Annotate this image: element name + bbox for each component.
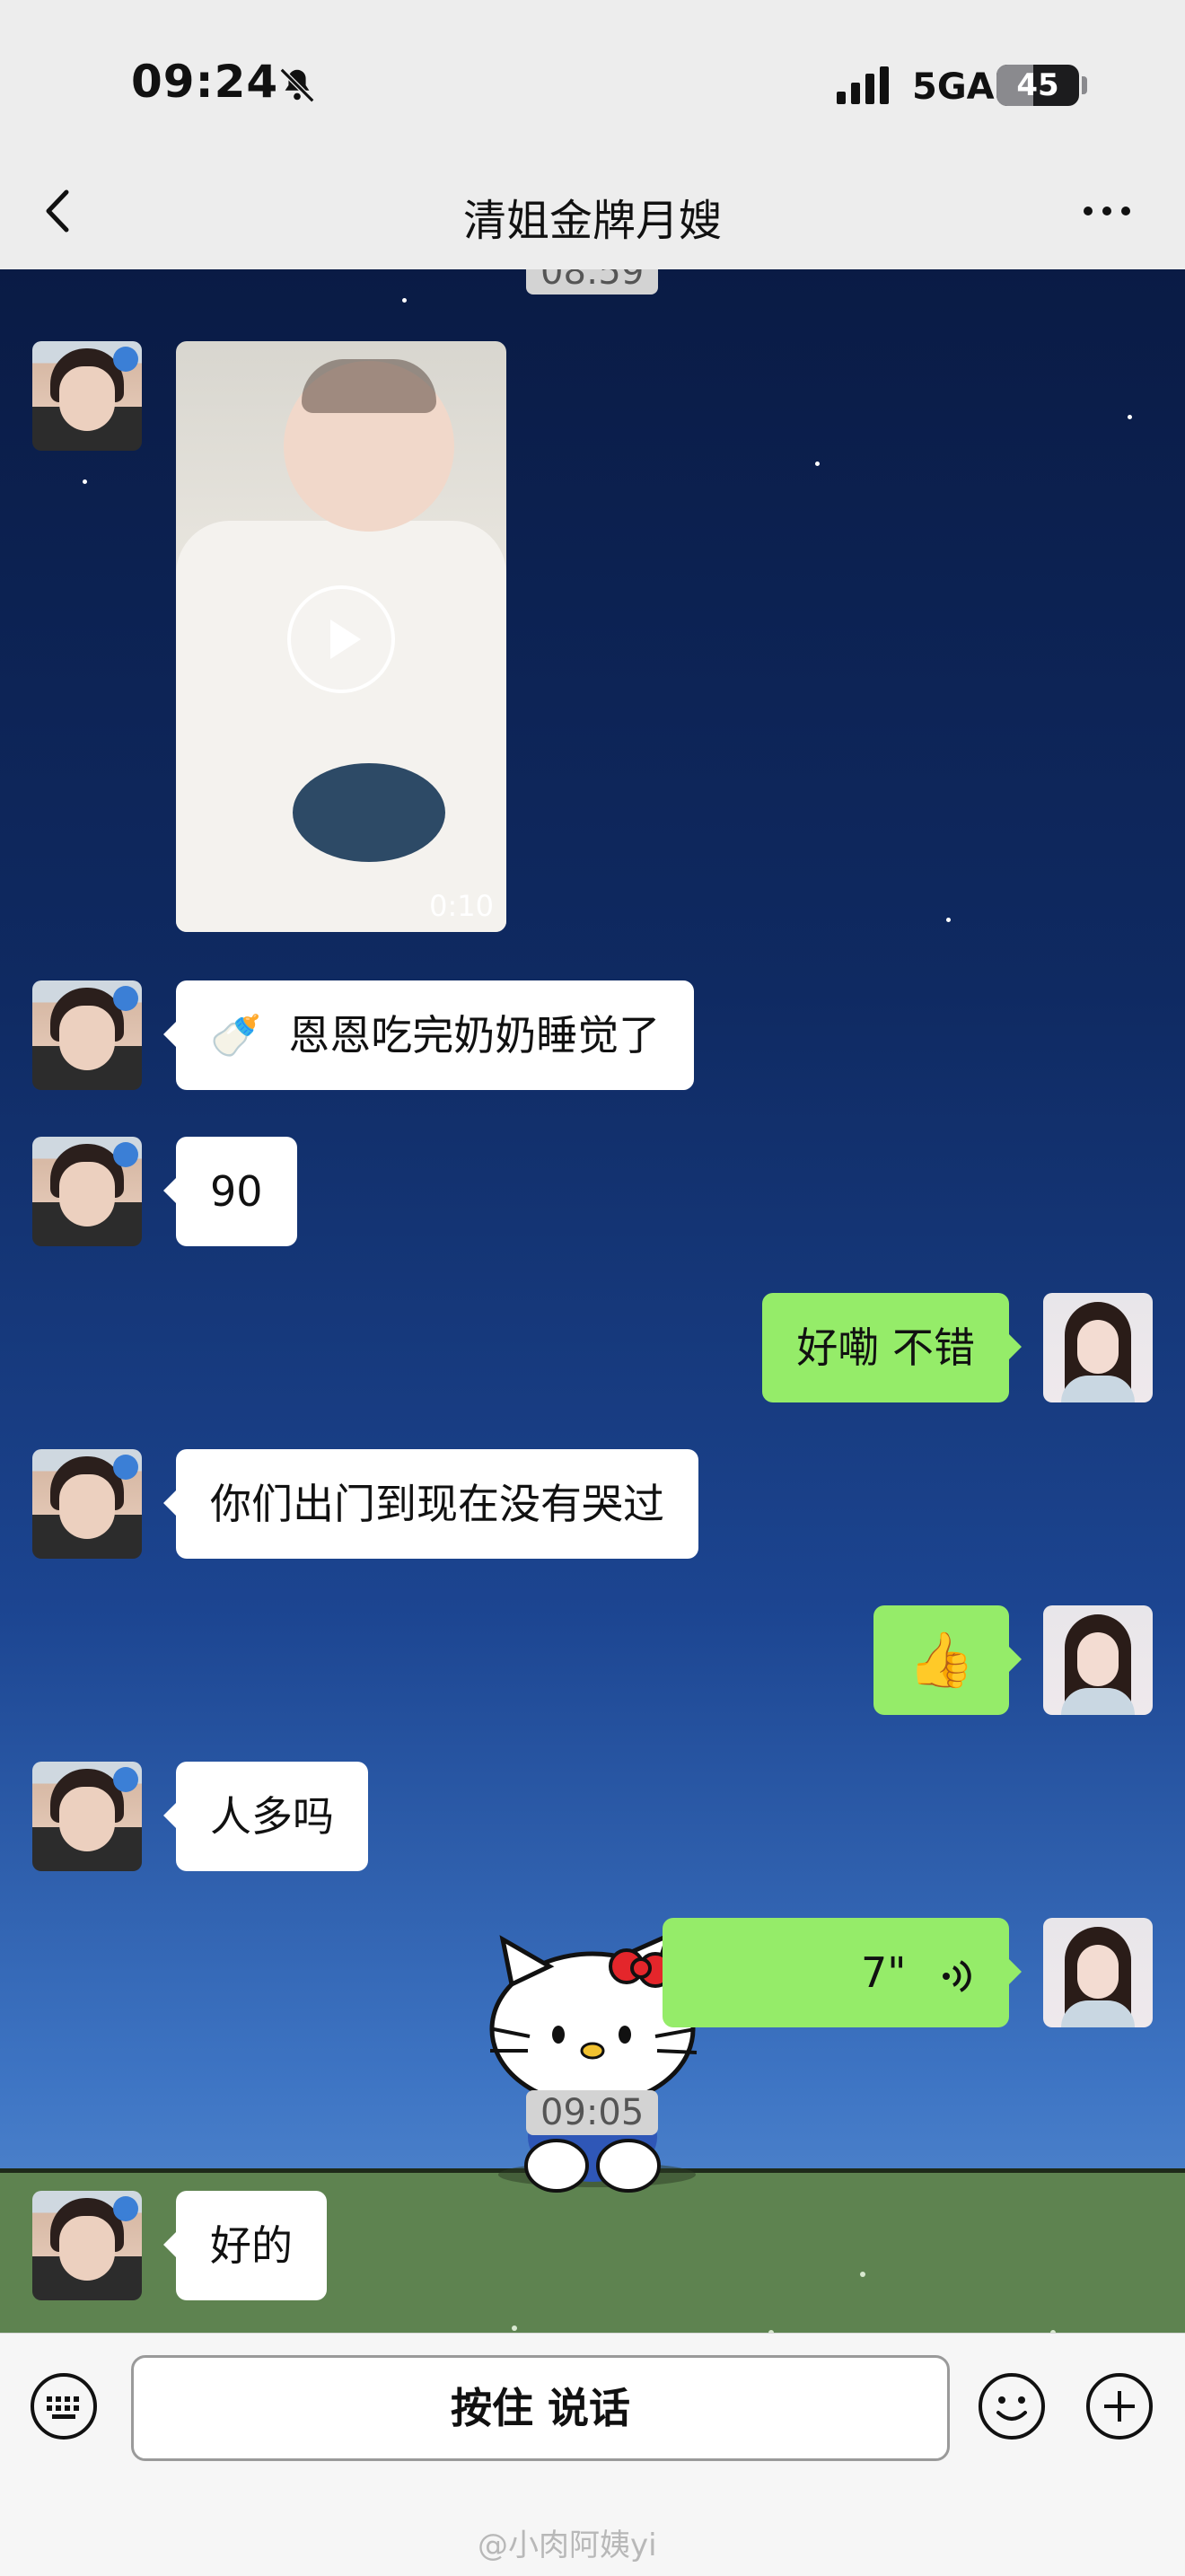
star [815,462,820,466]
self-avatar[interactable] [1043,1918,1153,2027]
contact-avatar[interactable] [32,341,142,451]
video-thumbnail-hair [302,359,436,413]
message-bubble-self[interactable]: 👍 [873,1605,1022,1715]
emoji-icon[interactable] [977,2371,1047,2441]
battery-tip [1082,76,1087,94]
battery-indicator: 45 [996,65,1079,106]
video-thumbnail-pillow [293,763,445,862]
grass-dot [860,2272,865,2277]
message-bubble[interactable]: 好的 [163,2191,327,2300]
message-bubble[interactable]: 你们出门到现在没有哭过 [163,1449,698,1559]
cellular-signal-icon [837,66,889,104]
bell-muted-icon [279,67,315,103]
status-time: 09:24 [131,56,279,108]
video-duration: 0:10 [429,889,494,923]
video-thumbnail-blanket [176,521,506,932]
network-type: 5GA [912,66,995,108]
timestamp-chip: 08:59 [526,269,659,295]
baby-bottle-emoji: 🍼 [210,1011,262,1059]
contact-avatar[interactable] [32,1762,142,1871]
self-avatar[interactable] [1043,1605,1153,1715]
contact-avatar[interactable] [32,2191,142,2300]
star [402,298,407,303]
message-bubble-self[interactable]: 好嘞 不错 [762,1293,1022,1402]
video-message[interactable]: 0:10 [176,341,506,932]
hold-to-talk-button[interactable]: 按住 说话 [131,2355,950,2461]
watermark: @小肉阿姨yi [478,2528,657,2563]
self-avatar[interactable] [1043,1293,1153,1402]
star [1128,415,1132,419]
chat-title: 清姐金牌月嫂 [462,196,722,246]
star [83,479,87,484]
star [946,918,951,922]
timestamp-chip: 09:05 [526,2090,659,2135]
message-bubble[interactable]: 人多吗 [163,1762,368,1871]
voice-message-bubble[interactable]: 7" [663,1918,1022,2027]
chat-area[interactable]: 08:59 0:10 🍼 恩恩吃完奶奶睡觉了 90 好嘞 不错 你们出门到现在没有… [0,269,1185,2333]
plus-icon[interactable] [1084,2371,1154,2441]
voice-wave-icon [943,1959,971,1992]
contact-avatar[interactable] [32,980,142,1090]
message-text: 恩恩吃完奶奶睡觉了 [288,1011,661,1059]
battery-level: 45 [1016,67,1059,103]
play-icon[interactable] [287,585,395,693]
message-bubble[interactable]: 🍼 恩恩吃完奶奶睡觉了 [162,980,695,1090]
input-bar: 按住 说话 @小肉阿姨yi [0,2333,1185,2576]
voice-duration: 7" [860,1948,907,1997]
top-bar: 09:24 5GA 45 清姐金牌月嫂 [0,0,1185,269]
contact-avatar[interactable] [32,1137,142,1246]
keyboard-icon[interactable] [29,2371,99,2441]
more-options-icon[interactable] [1075,189,1138,233]
contact-avatar[interactable] [32,1449,142,1559]
message-bubble[interactable]: 90 [163,1137,297,1246]
grass-dot [512,2325,517,2331]
